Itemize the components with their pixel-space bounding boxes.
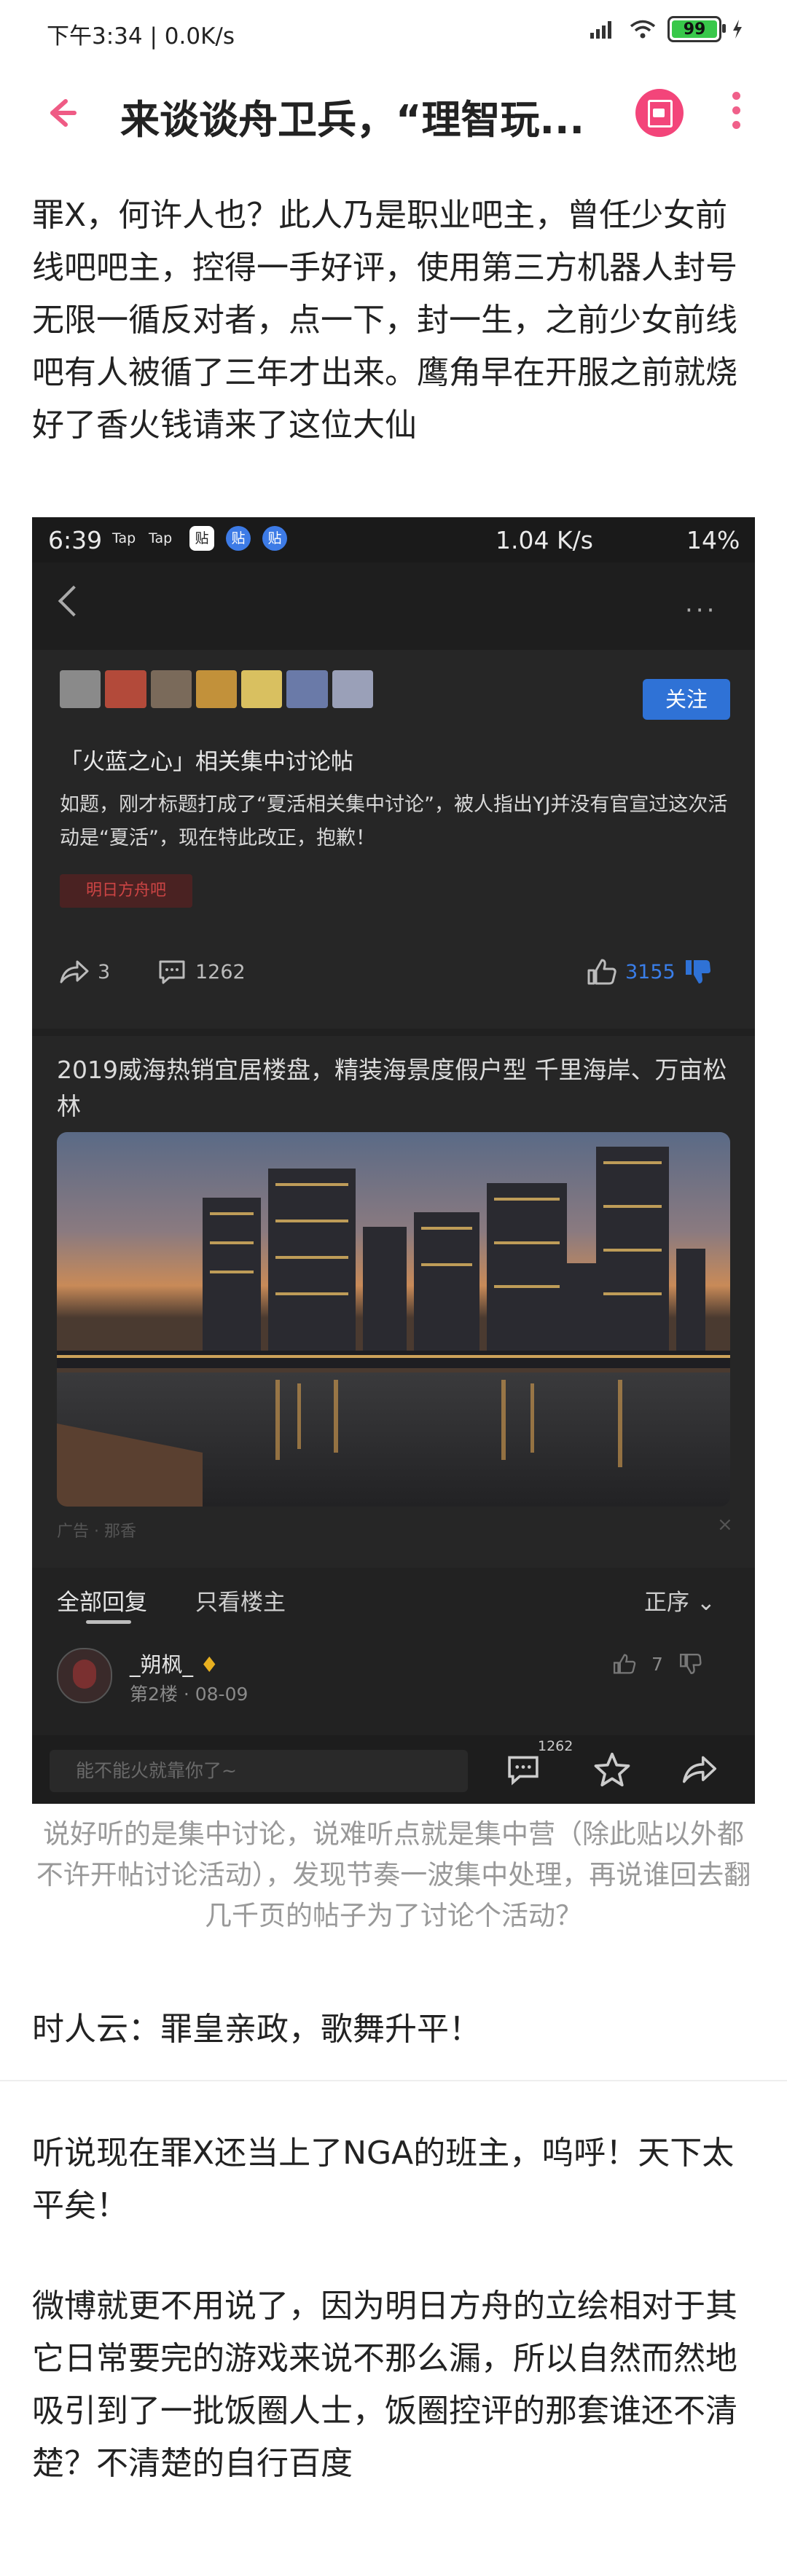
ad-block: 2019威海热销宜居楼盘，精装海景度假户型 千里海岸、万亩松林 广告 · 那香 … <box>32 1036 755 1568</box>
article-paragraph-4: 微博就更不用说了，因为明日方舟的立绘相对于其它日常要完的游戏来说不那么漏，所以自… <box>32 2288 737 2482</box>
sort-label: 正序 <box>644 1590 689 1616</box>
blurred-username <box>60 670 373 708</box>
reply-thumbs-up-icon <box>613 1654 636 1674</box>
reply-tabs: 全部回复 只看楼主 正序 ⌄ <box>32 1568 755 1626</box>
ad-image-city-skyline <box>57 1132 730 1507</box>
comment-icon <box>159 960 185 984</box>
active-tab-indicator <box>86 1620 131 1624</box>
app-header: 来谈谈舟卫兵，“理智玩... <box>0 66 787 160</box>
share-icon-bottom <box>682 1756 717 1783</box>
reply-username: _朔枫_ ♦ <box>130 1648 219 1678</box>
embedded-more-icon: ··· <box>685 596 718 625</box>
tab-all-replies: 全部回复 <box>57 1590 147 1616</box>
tap-label-1: Tap <box>112 530 136 546</box>
more-menu-icon[interactable] <box>729 92 743 136</box>
embedded-battery: 14% <box>686 526 740 554</box>
forum-tag: 明日方舟吧 <box>60 874 192 908</box>
ad-footer: 广告 · 那香 <box>57 1523 136 1541</box>
post-actions: 3 1262 3155 <box>32 941 755 1007</box>
embedded-post: 关注 「火蓝之心」相关集中讨论帖 如题，刚才标题打成了“夏活相关集中讨论”，被人… <box>32 650 755 1029</box>
back-arrow-icon[interactable] <box>36 91 80 135</box>
section-divider <box>0 2080 787 2081</box>
comment-bubble-icon <box>508 1756 539 1786</box>
article-paragraph-1: 罪X，何许人也？此人乃是职业吧主，曾任少女前线吧吧主，控得一手好评，使用第三方机… <box>32 197 737 444</box>
post-body: 如题，刚才标题打成了“夏活相关集中讨论”，被人指出YJ并没有官宣过这次活动是“夏… <box>60 793 728 849</box>
star-icon <box>594 1752 630 1787</box>
image-mode-button[interactable] <box>635 89 684 137</box>
comment-action: 1262 <box>156 957 246 986</box>
reply-like-count: 7 <box>651 1653 663 1675</box>
status-bar: 下午3:34 | 0.0K/s 99 <box>0 0 787 66</box>
bottom-comment-count: 1262 <box>538 1738 573 1754</box>
reply-item: _朔枫_ ♦ 第2楼 · 08-09 7 <box>32 1626 755 1735</box>
share-count: 3 <box>98 960 111 983</box>
battery-level: 99 <box>683 20 706 39</box>
comment-count: 1262 <box>195 960 246 983</box>
tap-label-2: Tap <box>149 530 173 546</box>
like-action: 3155 <box>586 957 712 986</box>
embedded-nav-bar: ··· <box>32 562 755 650</box>
reply-username-text: _朔枫_ <box>130 1652 194 1677</box>
ad-close-icon: × <box>717 1514 733 1536</box>
city-night-image <box>57 1132 730 1507</box>
article-paragraph-2: 时人云：罪皇亲政，歌舞升平！ <box>32 2011 481 2048</box>
tieba-app-icon-3: 贴 <box>262 526 287 551</box>
ad-title: 2019威海热销宜居楼盘，精装海景度假户型 千里海岸、万亩松林 <box>57 1056 727 1120</box>
wifi-icon <box>630 20 656 39</box>
embedded-time: 6:39 <box>48 526 103 554</box>
reply-thumbs-down-icon <box>679 1654 702 1675</box>
vip-badge-icon: ♦ <box>200 1652 219 1677</box>
reply-like-group: 7 <box>612 1652 702 1676</box>
tieba-app-icon: 贴 <box>189 526 214 551</box>
thumbs-up-icon <box>587 959 616 985</box>
avatar <box>57 1648 112 1703</box>
embedded-back-icon <box>58 585 90 617</box>
reply-floor: 第2楼 · 08-09 <box>130 1684 248 1705</box>
chevron-down-icon: ⌄ <box>696 1590 716 1616</box>
status-icons: 99 <box>589 16 743 42</box>
share-action: 3 <box>58 957 110 986</box>
like-count: 3155 <box>625 960 676 983</box>
embedded-net-speed: 1.04 K/s <box>496 526 593 554</box>
embedded-status-bar: 6:39 Tap Tap 贴 贴 贴 1.04 K/s 14% <box>32 517 755 562</box>
status-time: 下午3:34 | 0.0K/s <box>47 23 235 50</box>
embedded-bottom-bar: 能不能火就靠你了~ 1262 <box>32 1735 755 1804</box>
post-title: 「火蓝之心」相关集中讨论帖 <box>60 749 353 775</box>
sort-order: 正序 ⌄ <box>644 1584 716 1617</box>
charging-icon <box>733 20 742 39</box>
image-caption: 说好听的是集中讨论，说难听点就是集中营（除此贴以外都不许开帖讨论活动），发现节奏… <box>36 1818 751 1931</box>
thumbs-down-icon <box>685 960 710 983</box>
page-title: 来谈谈舟卫兵，“理智玩... <box>120 97 585 143</box>
follow-button: 关注 <box>643 679 730 720</box>
tab-owner-only: 只看楼主 <box>195 1590 286 1616</box>
embedded-screenshot: 6:39 Tap Tap 贴 贴 贴 1.04 K/s 14% ··· 关注 「… <box>32 517 755 1804</box>
article-paragraph-3: 听说现在罪X还当上了NGA的班主，呜呼！天下太平矣！ <box>32 2135 735 2224</box>
signal-icon <box>590 21 611 39</box>
reply-input: 能不能火就靠你了~ <box>50 1750 468 1792</box>
share-icon <box>60 960 89 983</box>
battery-icon: 99 <box>667 16 726 42</box>
tieba-app-icon-2: 贴 <box>226 526 251 551</box>
